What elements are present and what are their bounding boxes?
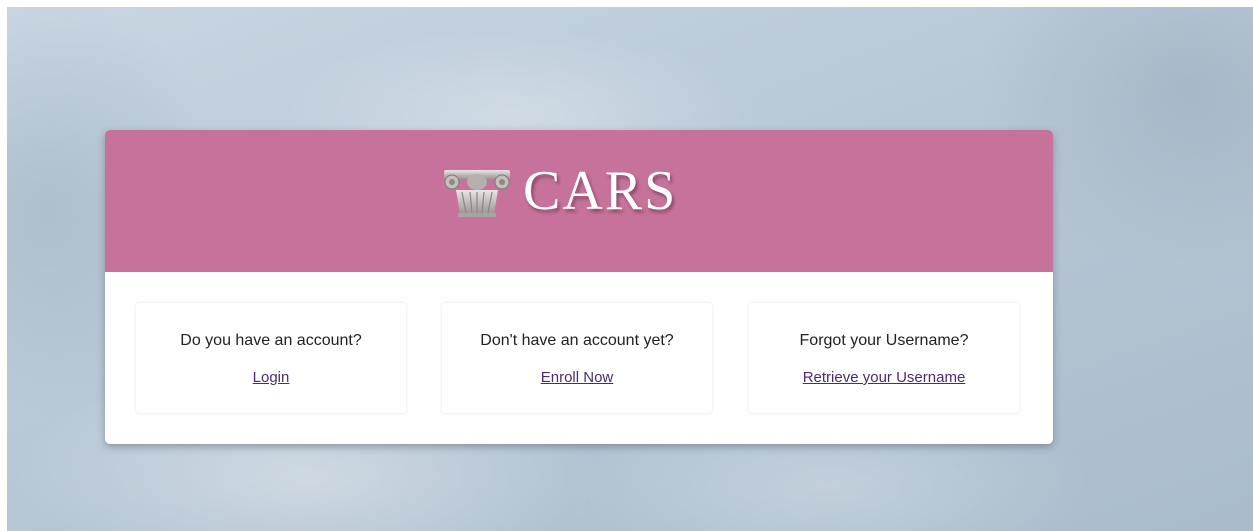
- enroll-panel: Don't have an account yet? Enroll Now: [442, 303, 712, 413]
- enroll-now-link[interactable]: Enroll Now: [442, 369, 712, 386]
- login-question: Do you have an account?: [180, 332, 362, 349]
- login-link[interactable]: Login: [136, 369, 406, 386]
- login-panel: Do you have an account? Login: [136, 303, 406, 413]
- retrieve-username-panel: Forgot your Username? Retrieve your User…: [749, 303, 1019, 413]
- page-background: CARS Do you have an account? Login Don't…: [7, 7, 1253, 531]
- login-card: CARS Do you have an account? Login Don't…: [105, 130, 1053, 444]
- brand-banner: CARS: [105, 130, 1053, 272]
- brand-name: CARS: [523, 160, 678, 222]
- column-capital-icon: [444, 170, 510, 217]
- enroll-question: Don't have an account yet?: [480, 332, 674, 349]
- retrieve-username-question: Forgot your Username?: [799, 332, 969, 349]
- retrieve-username-link[interactable]: Retrieve your Username: [749, 369, 1019, 386]
